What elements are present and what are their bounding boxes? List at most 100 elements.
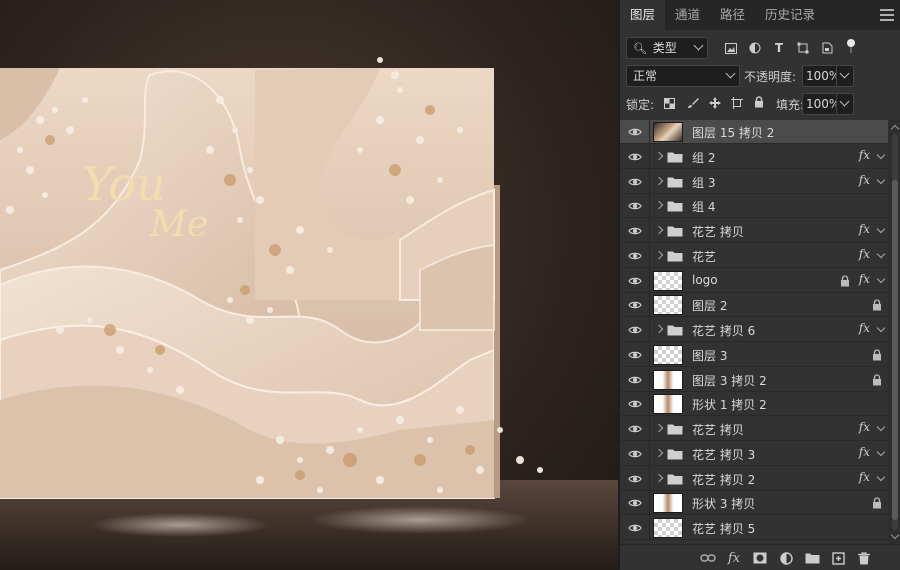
tab-channels[interactable]: 通道 (665, 0, 710, 30)
effects-expand-chevron-icon[interactable] (876, 249, 886, 258)
visibility-eye-icon[interactable] (628, 275, 642, 287)
layer-thumbnail (653, 344, 683, 365)
filter-adjustment-icon[interactable] (748, 41, 762, 55)
effects-expand-chevron-icon[interactable] (876, 323, 886, 333)
expand-chevron-icon[interactable] (654, 250, 664, 259)
layer-effects-icon[interactable]: fx (859, 470, 870, 484)
layer-row[interactable]: 图层 3 拷贝 2 (620, 367, 888, 392)
tab-layers[interactable]: 图层 (620, 0, 666, 30)
delete-layer-trash-icon[interactable] (856, 550, 872, 566)
layer-effects-icon[interactable]: fx (859, 247, 870, 261)
visibility-eye-icon[interactable] (628, 151, 642, 163)
lock-position-move-icon[interactable] (708, 96, 722, 110)
layer-name: 花艺 拷贝 2 (692, 472, 756, 487)
expand-chevron-icon[interactable] (654, 448, 664, 457)
layer-effects-icon[interactable]: fx (859, 445, 870, 459)
effects-expand-chevron-icon[interactable] (876, 274, 886, 283)
expand-chevron-icon[interactable] (654, 225, 664, 235)
visibility-eye-icon[interactable] (628, 522, 642, 534)
layer-group-row[interactable]: 花艺 拷贝 fx (620, 219, 888, 243)
layer-group-row[interactable]: 组 4 (620, 194, 888, 219)
new-layer-icon[interactable] (830, 550, 846, 566)
layer-effects-icon[interactable]: fx (859, 173, 870, 187)
visibility-eye-icon[interactable] (628, 423, 642, 435)
visibility-eye-icon[interactable] (628, 126, 642, 138)
layer-row[interactable]: 形状 1 拷贝 2 (620, 392, 888, 417)
folder-icon (667, 250, 683, 262)
visibility-eye-icon[interactable] (628, 324, 642, 336)
effects-expand-chevron-icon[interactable] (876, 150, 886, 159)
layer-list-scrollbar[interactable] (888, 120, 900, 544)
tab-history[interactable]: 历史记录 (755, 0, 825, 30)
expand-chevron-icon[interactable] (654, 324, 664, 334)
layer-effects-icon[interactable]: fx (859, 148, 870, 162)
effects-expand-chevron-icon[interactable] (876, 447, 886, 456)
visibility-eye-icon[interactable] (628, 299, 642, 311)
tab-paths[interactable]: 路径 (710, 0, 755, 30)
layer-group-row[interactable]: 花艺 fx (620, 243, 888, 268)
layer-effects-icon[interactable]: fx (859, 321, 870, 335)
layer-group-row[interactable]: 花艺 拷贝 fx (620, 417, 888, 441)
layer-name: logo (692, 272, 718, 287)
layer-effects-icon[interactable]: fx (859, 272, 870, 286)
folder-icon (667, 473, 683, 485)
expand-chevron-icon[interactable] (654, 176, 664, 185)
visibility-eye-icon[interactable] (628, 448, 642, 460)
fill-slider-toggle[interactable] (836, 93, 854, 115)
visibility-eye-icon[interactable] (628, 497, 642, 509)
layer-group-row[interactable]: 花艺 拷贝 6 fx (620, 318, 888, 342)
effects-expand-chevron-icon[interactable] (876, 175, 886, 184)
layer-group-row[interactable]: 花艺 拷贝 2 fx (620, 466, 888, 491)
folder-icon (667, 324, 683, 336)
layer-filter-dropdown[interactable]: 🔍︎ 类型 (626, 37, 708, 59)
new-group-folder-icon[interactable] (804, 550, 820, 566)
visibility-eye-icon[interactable] (628, 398, 642, 410)
filter-shape-icon[interactable] (796, 41, 810, 55)
layer-row[interactable]: logo fx (620, 268, 888, 293)
filter-toggle-icon[interactable] (844, 39, 858, 53)
expand-chevron-icon[interactable] (654, 201, 664, 210)
layer-group-row[interactable]: 组 3 fx (620, 169, 888, 194)
visibility-eye-icon[interactable] (628, 200, 642, 212)
document-canvas[interactable]: You Me (0, 0, 618, 570)
visibility-eye-icon[interactable] (628, 473, 642, 485)
layer-row[interactable]: 图层 2 (620, 293, 888, 318)
layer-row[interactable]: 图层 15 拷贝 2 (620, 120, 888, 144)
layer-row[interactable]: 花艺 拷贝 5 (620, 516, 888, 540)
layer-group-row[interactable]: 花艺 拷贝 3 fx (620, 441, 888, 466)
filter-smart-object-icon[interactable] (820, 41, 834, 55)
opacity-slider-toggle[interactable] (836, 65, 854, 87)
visibility-eye-icon[interactable] (628, 250, 642, 262)
layer-row[interactable]: 形状 3 拷贝 (620, 491, 888, 516)
visibility-eye-icon[interactable] (628, 374, 642, 386)
visibility-eye-icon[interactable] (628, 176, 642, 188)
scroll-up-icon[interactable] (890, 124, 900, 134)
effects-expand-chevron-icon[interactable] (876, 472, 886, 481)
visibility-eye-icon[interactable] (628, 349, 642, 361)
expand-chevron-icon[interactable] (654, 423, 664, 433)
scrollbar-thumb[interactable] (892, 180, 898, 520)
link-layers-icon[interactable] (700, 550, 716, 566)
layer-effects-icon[interactable]: fx (859, 222, 870, 236)
add-mask-icon[interactable] (752, 550, 768, 566)
add-layer-style-icon[interactable]: fx (726, 550, 742, 566)
visibility-eye-icon[interactable] (628, 225, 642, 237)
scroll-down-icon[interactable] (890, 530, 900, 540)
lock-artboard-icon[interactable] (730, 96, 744, 110)
layer-row[interactable]: 图层 3 (620, 342, 888, 367)
layer-group-row[interactable]: 组 2 fx (620, 144, 888, 169)
filter-pixel-icon[interactable] (724, 41, 738, 55)
filter-type-icon[interactable]: T (772, 41, 786, 55)
effects-expand-chevron-icon[interactable] (876, 422, 886, 432)
layer-thumbnail (653, 122, 683, 142)
lock-pixels-brush-icon[interactable] (686, 96, 700, 110)
blend-mode-dropdown[interactable]: 正常 (626, 65, 740, 87)
layer-effects-icon[interactable]: fx (859, 420, 870, 434)
expand-chevron-icon[interactable] (654, 151, 664, 160)
expand-chevron-icon[interactable] (654, 473, 664, 482)
effects-expand-chevron-icon[interactable] (876, 224, 886, 234)
lock-transparent-icon[interactable] (662, 96, 676, 110)
lock-all-icon[interactable] (752, 95, 766, 109)
new-adjustment-layer-icon[interactable] (778, 550, 794, 566)
panel-menu-icon[interactable] (880, 6, 894, 22)
